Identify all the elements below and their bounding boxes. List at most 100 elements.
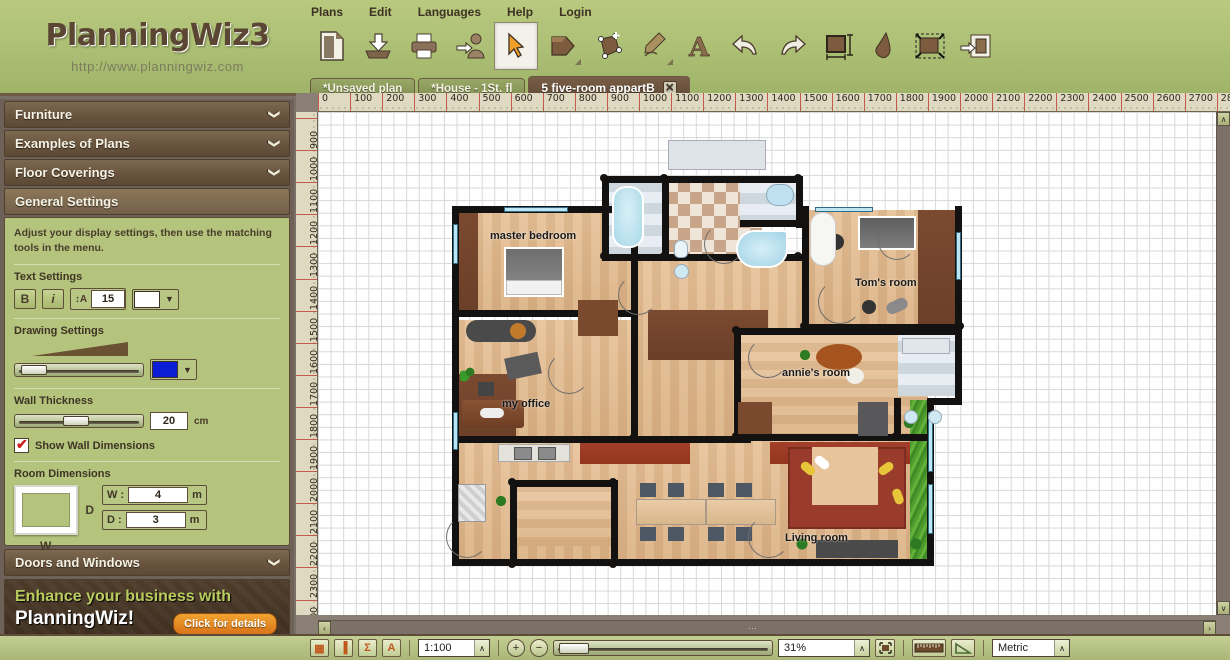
vertical-scrollbar[interactable]: ∧ ∨ — [1216, 112, 1230, 615]
ruler-toggle[interactable]: ▐ — [334, 639, 353, 657]
select-cursor-icon[interactable] — [494, 22, 538, 70]
vertical-ruler[interactable]: 900 1000 1100 1200 1300 1400 1500 1600 1700 1800 1… — [296, 112, 318, 615]
sidebar-panel-furniture[interactable]: Furniture ❯ — [4, 101, 290, 128]
scroll-up-button[interactable]: ∧ — [1217, 112, 1230, 126]
plant-living-2[interactable] — [904, 532, 928, 556]
draw-room-icon[interactable] — [586, 22, 630, 70]
corner-sink[interactable] — [766, 184, 794, 206]
horizontal-ruler[interactable]: 0 100 200 300 400 500 600 700 800 900 1000 1100 1200… — [318, 93, 1230, 112]
dining-chair[interactable] — [708, 527, 724, 541]
bedside-cabinet[interactable] — [810, 212, 836, 266]
room-depth-field[interactable]: D : 3 m — [102, 510, 207, 531]
dining-chair[interactable] — [708, 483, 724, 497]
sidebar-panel-general-settings[interactable]: General Settings — [4, 188, 290, 215]
print-icon[interactable] — [402, 22, 446, 70]
menu-item-edit[interactable]: Edit — [366, 4, 395, 20]
scroll-right-button[interactable]: › — [1203, 621, 1216, 635]
zoom-slider[interactable] — [553, 640, 773, 656]
ruler-tool-icon[interactable] — [912, 639, 946, 657]
select-area-icon[interactable] — [908, 22, 952, 70]
slider-knob[interactable] — [63, 416, 89, 427]
line-color-swatch[interactable] — [152, 361, 178, 379]
draw-wall-icon[interactable] — [540, 22, 584, 70]
units-select[interactable]: Metric ∧ — [992, 639, 1070, 657]
slider-knob[interactable] — [559, 643, 589, 654]
italic-button[interactable]: i — [42, 289, 64, 310]
shower-tray[interactable] — [668, 140, 766, 170]
dining-chair[interactable] — [668, 527, 684, 541]
scrollbar-grip[interactable]: ⋯ — [748, 623, 758, 634]
sidebar-panel-floor-coverings[interactable]: Floor Coverings ❯ — [4, 159, 290, 186]
scale-select[interactable]: 1:100 ∧ — [418, 639, 490, 657]
dimensions-icon[interactable] — [816, 22, 860, 70]
stool[interactable] — [862, 300, 876, 314]
scroll-left-button[interactable]: ‹ — [318, 621, 331, 635]
line-color-picker[interactable]: ▼ — [150, 359, 197, 381]
font-size-input[interactable]: 15 — [91, 290, 125, 309]
room-width-field[interactable]: W : 4 m — [102, 485, 207, 506]
share-user-icon[interactable] — [448, 22, 492, 70]
chevron-up-icon[interactable]: ∧ — [1054, 640, 1069, 656]
zoom-in-button[interactable]: + — [507, 639, 525, 657]
bath-counter[interactable] — [902, 338, 950, 354]
show-wall-dimensions-row[interactable]: Show Wall Dimensions — [14, 436, 280, 454]
menu-item-plans[interactable]: Plans — [308, 4, 346, 20]
brand-logo[interactable]: PlanningWiz3 http://www.planningwiz.com — [20, 18, 295, 74]
room-width-input[interactable]: 4 — [128, 487, 189, 504]
bold-button[interactable]: B — [14, 289, 36, 310]
menu-item-help[interactable]: Help — [504, 4, 536, 20]
chevron-down-icon[interactable]: ▼ — [161, 290, 178, 309]
snap-toggle[interactable]: Σ — [358, 639, 377, 657]
sink[interactable] — [674, 264, 689, 279]
side-table-round[interactable] — [510, 323, 526, 339]
zoom-out-button[interactable]: − — [530, 639, 548, 657]
sink-kitchen-1[interactable] — [514, 447, 532, 460]
dining-chair[interactable] — [640, 527, 656, 541]
save-icon[interactable] — [356, 22, 400, 70]
show-wall-dimensions-checkbox[interactable] — [14, 436, 29, 454]
sink-double-left[interactable] — [904, 410, 918, 424]
dining-chair[interactable] — [736, 483, 752, 497]
undo-icon[interactable] — [724, 22, 768, 70]
text-color-picker[interactable]: ▼ — [132, 288, 179, 310]
bathtub[interactable] — [612, 186, 644, 248]
sink-kitchen-2[interactable] — [538, 447, 556, 460]
wardrobe[interactable] — [858, 402, 888, 436]
coffee-table[interactable] — [480, 408, 504, 418]
grid-toggle[interactable]: ▦ — [310, 639, 329, 657]
line-width-slider[interactable] — [14, 362, 144, 377]
dresser-annies[interactable] — [738, 402, 772, 434]
dining-chair[interactable] — [640, 483, 656, 497]
redo-icon[interactable] — [770, 22, 814, 70]
plant[interactable] — [460, 362, 480, 382]
chevron-up-icon[interactable]: ∧ — [474, 640, 489, 656]
chair[interactable] — [478, 382, 494, 396]
dresser[interactable] — [578, 300, 618, 336]
floor-plan-drawing[interactable]: master bedroom Tom's room annie's room m… — [318, 112, 1216, 615]
text-tool-icon[interactable]: A — [678, 22, 722, 70]
paint-drop-icon[interactable] — [862, 22, 906, 70]
plant-kitchen[interactable] — [490, 490, 512, 512]
pencil-icon[interactable] — [632, 22, 676, 70]
wall-thickness-slider[interactable] — [14, 414, 144, 429]
dining-chair[interactable] — [668, 483, 684, 497]
text-color-swatch[interactable] — [134, 290, 160, 308]
room-depth-input[interactable]: 3 — [125, 512, 186, 529]
tool-submenu-indicator[interactable] — [667, 59, 673, 65]
corner-bathtub[interactable] — [736, 230, 788, 268]
new-plan-icon[interactable] — [310, 22, 354, 70]
kitchen-counter[interactable] — [498, 444, 570, 462]
zoom-level-select[interactable]: 31% ∧ — [778, 639, 870, 657]
toilet[interactable] — [674, 240, 688, 258]
tool-submenu-indicator[interactable] — [575, 59, 581, 65]
menu-item-languages[interactable]: Languages — [415, 4, 484, 20]
sidebar-panel-doors-and-windows[interactable]: Doors and Windows ❯ — [4, 549, 290, 577]
font-size-control[interactable]: ↕A 15 — [70, 288, 126, 311]
horizontal-scrollbar[interactable]: ‹ › ⋯ — [318, 620, 1216, 635]
slider-knob[interactable] — [21, 364, 47, 375]
chevron-down-icon[interactable]: ▼ — [179, 360, 196, 379]
dining-table-1[interactable] — [636, 499, 706, 525]
sink-double-right[interactable] — [928, 410, 942, 424]
sidebar-panel-examples-of-plans[interactable]: Examples of Plans ❯ — [4, 130, 290, 157]
angle-tool-icon[interactable] — [951, 639, 975, 657]
